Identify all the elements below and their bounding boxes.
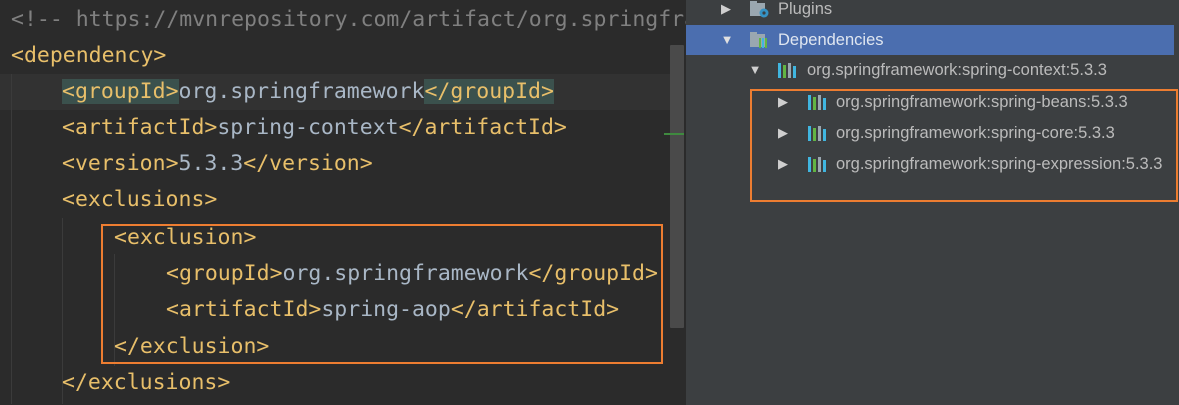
tag-groupid-open: groupId xyxy=(74,79,166,104)
tree-node-label: Dependencies xyxy=(778,31,884,49)
library-icon xyxy=(778,63,796,78)
tag-exclusions-open: exclusions xyxy=(74,187,205,212)
tag-groupid-close: groupId xyxy=(450,79,541,104)
tree-node-spring-context[interactable]: ▼ org.springframework:spring-context:5.3… xyxy=(686,55,1179,85)
tag-exclusions-close: exclusions xyxy=(87,370,218,395)
version-value: 5.3.3 xyxy=(178,151,244,176)
code-line-dependency-open: <dependency> xyxy=(11,43,167,68)
collapse-down-arrow-icon[interactable]: ▼ xyxy=(720,25,734,55)
code-line-groupid: <groupId>org.springframework</groupId> xyxy=(62,79,554,104)
exclusion-highlight-box xyxy=(101,224,663,364)
tree-node-label: org.springframework:spring-context:5.3.3 xyxy=(807,61,1107,79)
comment-open: <!-- xyxy=(11,7,76,32)
library-folder-icon xyxy=(750,32,767,48)
tag-dependency: dependency xyxy=(23,43,154,68)
indent-guide xyxy=(11,74,12,404)
groupid-value: org.springframework xyxy=(178,79,425,104)
tag-artifactid-open: artifactId xyxy=(74,115,205,140)
code-line-artifactid: <artifactId>spring-context</artifactId> xyxy=(62,115,567,140)
tag-version-open: version xyxy=(74,151,166,176)
maven-tool-window: ▶ Plugins ▼ Dependencies ▼ org.springfra… xyxy=(686,0,1179,405)
artifactid-value: spring-context xyxy=(217,115,399,140)
dependencies-highlight-box xyxy=(750,89,1178,202)
tree-node-dependencies[interactable]: ▼ Dependencies xyxy=(686,25,1174,55)
code-line-version: <version>5.3.3</version> xyxy=(62,151,373,176)
code-line-exclusions-open: <exclusions> xyxy=(62,187,218,212)
code-line-exclusions-close: </exclusions> xyxy=(62,370,231,395)
expand-right-arrow-icon[interactable]: ▶ xyxy=(719,0,733,24)
code-line-comment: <!-- https://mvnrepository.com/artifact/… xyxy=(11,2,686,38)
tag-artifactid-close: artifactId xyxy=(424,115,554,140)
folder-plugin-icon xyxy=(750,1,769,18)
tree-node-plugins[interactable]: ▶ Plugins xyxy=(686,0,1179,24)
tag-version-close: version xyxy=(269,151,360,176)
collapse-down-arrow-icon[interactable]: ▼ xyxy=(748,55,762,85)
gutter-change-marker xyxy=(664,133,684,135)
comment-url-link[interactable]: https://mvnrepository.com/artifact/org.s… xyxy=(76,7,686,32)
editor-scrollbar[interactable] xyxy=(670,45,684,328)
tree-node-label: Plugins xyxy=(778,0,833,18)
code-editor[interactable]: <!-- https://mvnrepository.com/artifact/… xyxy=(0,0,686,405)
